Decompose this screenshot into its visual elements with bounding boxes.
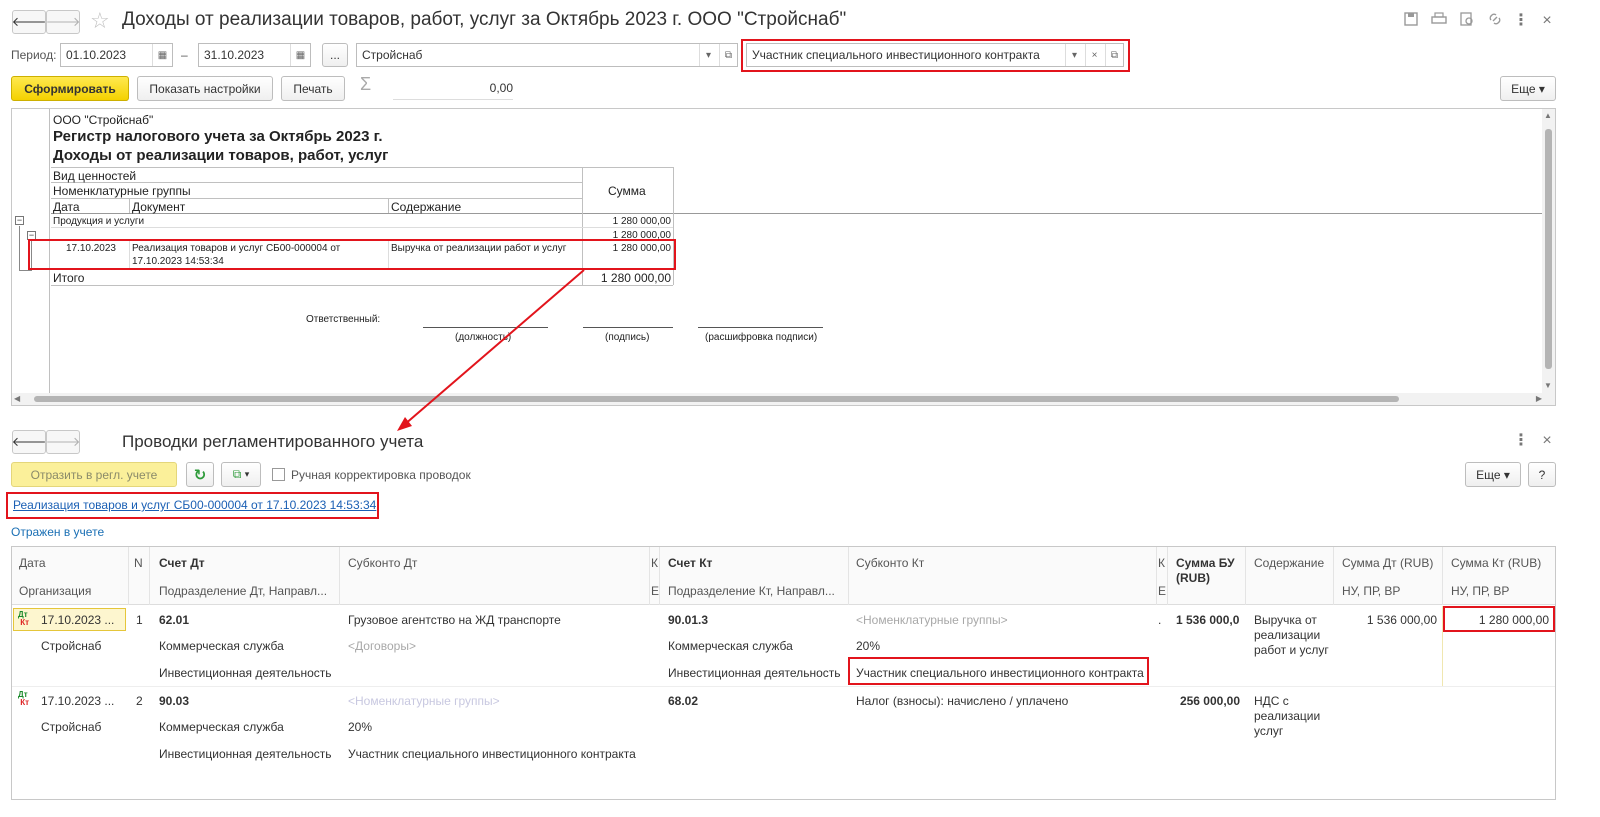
row1-sum-kt: 1 280 000,00 — [1478, 613, 1549, 627]
row1-dt: 62.01 — [159, 613, 190, 627]
col-divider — [848, 547, 849, 605]
row2-subdt2: 20% — [348, 720, 373, 734]
col-divider — [649, 547, 650, 605]
col-divider — [1245, 547, 1246, 605]
col-sum-bu[interactable]: Сумма БУ (RUB) — [1176, 556, 1242, 586]
row1-kt-div: Коммерческая служба — [668, 639, 793, 653]
col-divider — [128, 547, 129, 605]
col-divider — [339, 547, 340, 605]
manual-correction-checkbox[interactable] — [272, 468, 285, 481]
col-k2b[interactable]: Е — [1158, 584, 1166, 598]
chevron-down-icon: ▾ — [244, 469, 250, 479]
col-n[interactable]: N — [134, 556, 143, 570]
col-kt-sub[interactable]: Подразделение Кт, Направл... — [668, 584, 835, 598]
row2-subkt1: Налог (взносы): начислено / уплачено — [856, 694, 1069, 708]
postings-title: Проводки регламентированного учета — [122, 432, 424, 451]
more-label: Еще — [1476, 467, 1501, 482]
col-divider — [149, 547, 150, 605]
col-sum-kt-sub[interactable]: НУ, ПР, ВР — [1451, 584, 1509, 598]
document-link[interactable]: Реализация товаров и услуг СБ00-000004 о… — [13, 498, 376, 512]
col-sum-dt-sub[interactable]: НУ, ПР, ВР — [1342, 584, 1400, 598]
col-divider — [1442, 547, 1443, 605]
col-date[interactable]: Дата — [19, 556, 46, 570]
col-k1[interactable]: К — [651, 556, 658, 570]
row1-subkt2: 20% — [856, 639, 881, 653]
col-divider — [1156, 547, 1157, 605]
col-divider — [1333, 547, 1334, 605]
postings-grid[interactable]: Дата Организация N Счет Дт Подразделение… — [11, 546, 1556, 800]
refresh-icon: ↻ — [193, 466, 207, 484]
col-dt[interactable]: Счет Дт — [159, 556, 205, 570]
row1-date: 17.10.2023 ... — [41, 613, 115, 627]
row2-org: Стройснаб — [41, 720, 102, 734]
row2-dt-dir: Инвестиционная деятельность — [159, 747, 332, 761]
reflect-button[interactable]: Отразить в регл. учете — [11, 462, 177, 487]
arrow-right-icon: 🡒 — [45, 434, 81, 449]
col-divider — [659, 547, 660, 605]
row1-dot: . — [1158, 613, 1162, 627]
col-org[interactable]: Организация — [19, 584, 91, 598]
row2-subdt3: Участник специального инвестиционного ко… — [348, 747, 636, 761]
status-text: Отражен в учете — [11, 525, 105, 539]
col-divider — [1167, 547, 1168, 605]
copy-icon: ⧉ — [232, 467, 242, 481]
row1-sum-bu: 1 536 000,0 — [1176, 613, 1240, 627]
postings-more-button[interactable]: Еще ▾ — [1465, 462, 1521, 487]
manual-correction-label[interactable]: Ручная корректировка проводок — [291, 468, 471, 482]
col-subkonto-dt[interactable]: Субконто Дт — [348, 556, 417, 570]
col-sum-dt[interactable]: Сумма Дт (RUB) — [1342, 556, 1433, 570]
col-subkonto-kt[interactable]: Субконто Кт — [856, 556, 924, 570]
arrow-left-icon: 🡐 — [11, 434, 47, 449]
row2-date: 17.10.2023 ... — [41, 694, 115, 708]
row1-sum-dt: 1 536 000,00 — [1366, 613, 1437, 627]
col-kt[interactable]: Счет Кт — [668, 556, 712, 570]
row1-dt-div: Коммерческая служба — [159, 639, 284, 653]
col-k2[interactable]: К — [1158, 556, 1165, 570]
row1-org: Стройснаб — [41, 639, 102, 653]
posting-type-icon: Дт Кт — [18, 610, 30, 627]
col-dt-sub[interactable]: Подразделение Дт, Направл... — [159, 584, 327, 598]
row1-subkt3: Участник специального инвестиционного ко… — [856, 666, 1144, 680]
row1-kt-dir: Инвестиционная деятельность — [668, 666, 841, 680]
row2-sum-bu: 256 000,00 — [1179, 694, 1240, 708]
row2-kt: 68.02 — [668, 694, 699, 708]
row2-dt: 90.03 — [159, 694, 190, 708]
row-divider — [12, 686, 1555, 687]
refresh-button[interactable]: ↻ — [186, 462, 214, 487]
row1-n: 1 — [136, 613, 143, 627]
row1-subkt1: <Номенклатурные группы> — [856, 613, 1008, 627]
postings-forward-button[interactable]: 🡒 — [46, 430, 80, 454]
help-button[interactable]: ? — [1528, 462, 1556, 487]
col-sum-kt[interactable]: Сумма Кт (RUB) — [1451, 556, 1541, 570]
row1-content: Выручка от реализации работ и услуг — [1254, 613, 1329, 657]
col-k1b[interactable]: Е — [651, 584, 659, 598]
row2-dt-div: Коммерческая служба — [159, 720, 284, 734]
row1-subdt1: Грузовое агентство на ЖД транспорте — [348, 613, 561, 627]
row2-n: 2 — [136, 694, 143, 708]
row2-content: НДС с реализации услуг — [1254, 694, 1321, 738]
close-icon[interactable]: × — [1538, 432, 1556, 450]
col-content[interactable]: Содержание — [1254, 556, 1324, 570]
row1-dt-dir: Инвестиционная деятельность — [159, 666, 332, 680]
postings-back-button[interactable]: 🡐 — [12, 430, 46, 454]
posting-type-icon: Дт Кт — [18, 690, 30, 707]
row2-subdt1: <Номенклатурные группы> — [348, 694, 500, 708]
more-vertical-icon[interactable]: ⋮ — [1512, 432, 1530, 450]
row1-kt: 90.01.3 — [668, 613, 709, 627]
copy-dropdown-button[interactable]: ⧉ ▾ — [221, 462, 261, 487]
row1-subdt2: <Договоры> — [348, 639, 416, 653]
col-divider — [1442, 606, 1443, 686]
